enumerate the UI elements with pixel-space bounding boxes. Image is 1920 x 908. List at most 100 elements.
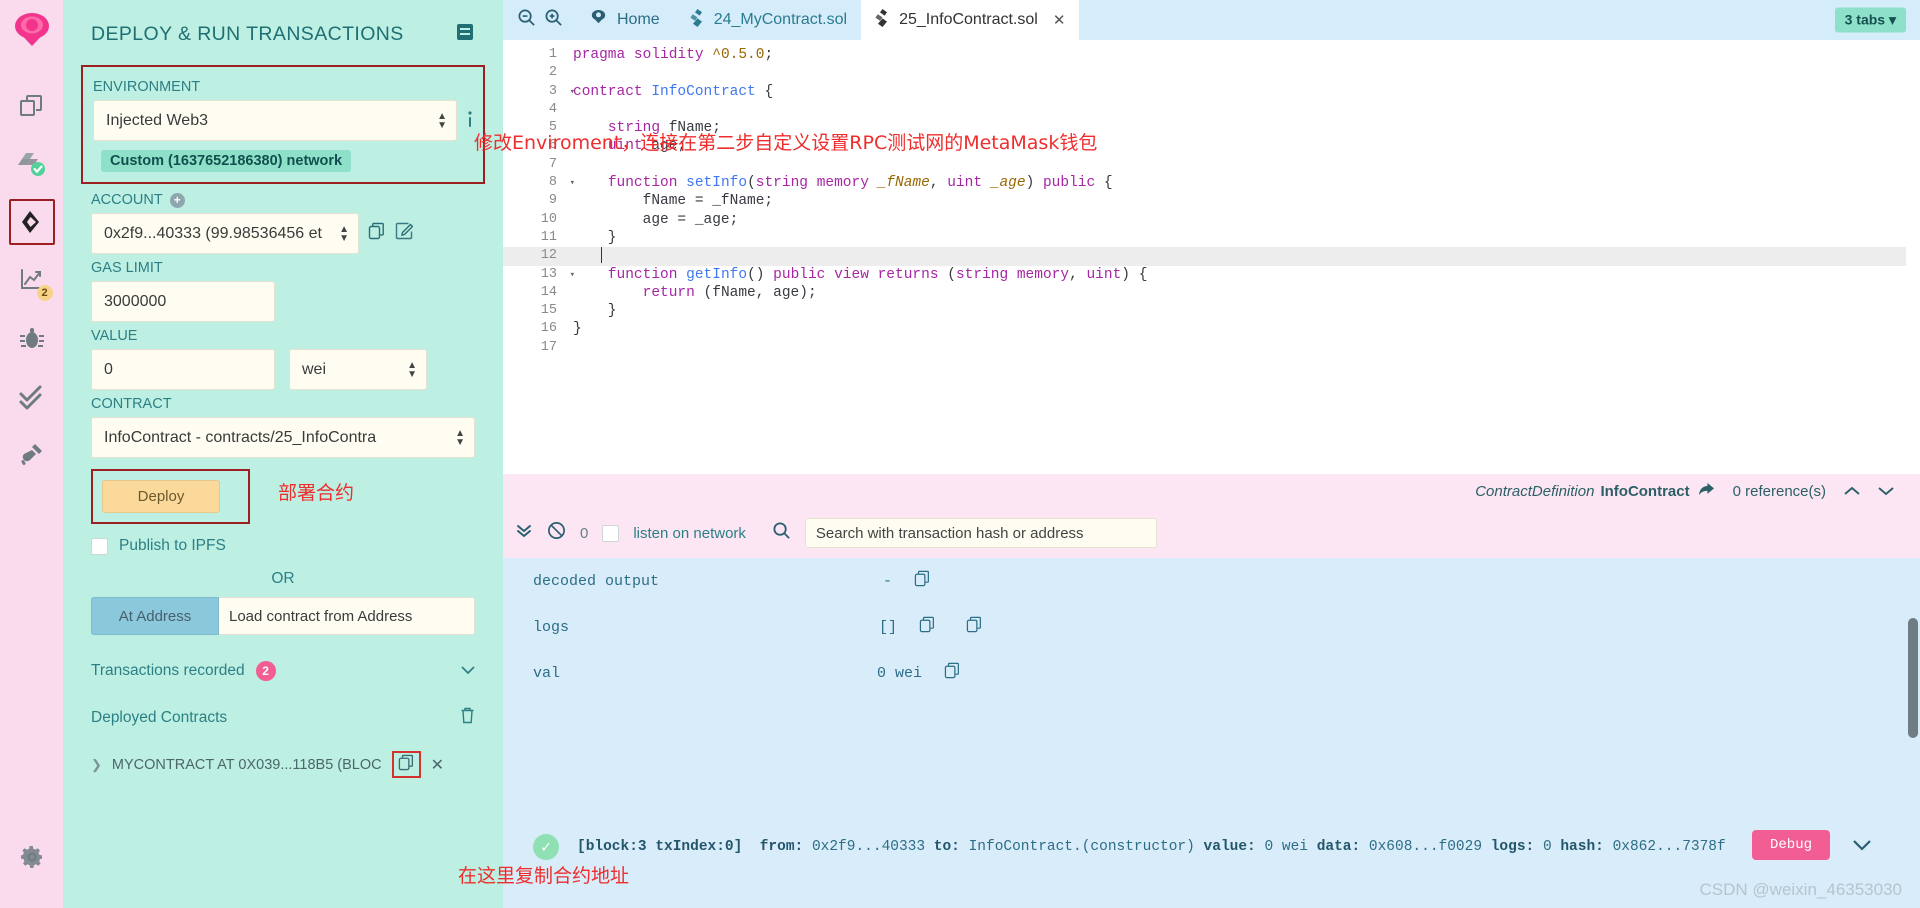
- code-token: age = _age;: [573, 211, 739, 228]
- publish-ipfs-row[interactable]: Publish to IPFS: [91, 537, 475, 555]
- double-chevron-down-icon[interactable]: [515, 522, 533, 545]
- edit-sign-icon[interactable]: [395, 222, 414, 245]
- code-token: _fName: [877, 175, 930, 192]
- code-token: uint: [607, 138, 643, 155]
- jump-to-icon[interactable]: [1698, 482, 1715, 501]
- spinner-arrows-icon[interactable]: ▲ ▼: [437, 111, 447, 130]
- copy-icon[interactable]: [914, 570, 931, 592]
- spinner-arrows-icon[interactable]: ▲ ▼: [407, 360, 417, 379]
- debug-button[interactable]: Debug: [1751, 830, 1830, 860]
- copy-icon[interactable]: [919, 616, 936, 638]
- deploy-annotation: 部署合约: [278, 481, 355, 504]
- value-unit-select[interactable]: wei ▲ ▼: [289, 349, 427, 390]
- trash-icon[interactable]: [460, 707, 475, 729]
- value-unit: wei: [302, 361, 327, 378]
- environment-value: Injected Web3: [106, 112, 208, 129]
- code-token: solidity: [633, 47, 704, 63]
- analysis-badge: 2: [36, 285, 53, 301]
- account-select[interactable]: 0x2f9...40333 (99.98536456 et ▲ ▼: [91, 213, 359, 254]
- listen-on-network-checkbox[interactable]: [602, 524, 620, 542]
- tabs-count-label: 3 tabs: [1844, 11, 1886, 28]
- network-badge: Custom (1637652186380) network: [101, 150, 352, 172]
- line-number: 6: [548, 138, 557, 154]
- info-icon[interactable]: [467, 110, 473, 135]
- deployed-contracts-accordion[interactable]: Deployed Contracts: [91, 707, 475, 729]
- close-icon[interactable]: ✕: [431, 755, 444, 775]
- account-label-text: ACCOUNT: [91, 192, 163, 208]
- plugin-manager-icon[interactable]: [9, 431, 55, 477]
- chevron-up-icon[interactable]: [1844, 483, 1860, 500]
- gas-limit-input[interactable]: 3000000: [91, 281, 275, 322]
- terminal-row-decoded-output: decoded output -: [503, 558, 1920, 604]
- tab-25-infocontract[interactable]: 25_InfoContract.sol ✕: [861, 0, 1080, 40]
- solidity-compiler-icon[interactable]: [9, 141, 55, 187]
- references-count: 0 reference(s): [1732, 482, 1826, 500]
- search-icon[interactable]: [772, 521, 791, 545]
- search-input[interactable]: Search with transaction hash or address: [804, 518, 1157, 548]
- copy-icon[interactable]: [944, 662, 961, 684]
- deploy-button[interactable]: Deploy: [102, 480, 220, 513]
- line-number: 5: [548, 120, 557, 136]
- editor-scrollbar[interactable]: [1906, 40, 1920, 474]
- chevron-down-icon[interactable]: [1852, 838, 1872, 856]
- analysis-icon[interactable]: 2: [9, 257, 55, 303]
- environment-select[interactable]: Injected Web3 ▲ ▼: [93, 100, 457, 141]
- zoom-in-icon[interactable]: [544, 8, 563, 32]
- transactions-recorded-count: 2: [255, 661, 276, 681]
- tx-from-label: from:: [759, 839, 804, 855]
- at-address-button[interactable]: At Address: [91, 597, 219, 635]
- spinner-arrows-icon[interactable]: ▲ ▼: [455, 428, 465, 447]
- deploy-run-transactions-icon[interactable]: [8, 199, 55, 245]
- publish-ipfs-checkbox[interactable]: [91, 537, 108, 555]
- copy-icon[interactable]: [966, 616, 983, 638]
- terminal-scrollbar[interactable]: [1908, 618, 1918, 738]
- deployed-contract-item[interactable]: ❯ MYCONTRACT AT 0X039...118B5 (BLOC ✕: [91, 751, 475, 778]
- code-token: }: [573, 303, 617, 320]
- code-line: pragma solidity ^0.5.0;: [565, 46, 1920, 64]
- line-number: 14: [540, 284, 557, 300]
- chevron-down-icon[interactable]: [1878, 483, 1894, 500]
- terminal-output[interactable]: decoded output - logs [] val 0 wei ✓ [bl…: [503, 558, 1920, 908]
- code-line: contract InfoContract {: [565, 83, 1920, 101]
- copy-icon[interactable]: [368, 222, 386, 245]
- unit-testing-icon[interactable]: [9, 373, 55, 419]
- tx-logs-label: logs:: [1490, 839, 1535, 855]
- line-number: 8 ▾: [503, 174, 575, 192]
- remix-logo-icon[interactable]: [8, 8, 56, 61]
- code-token: ): [1025, 175, 1043, 192]
- code-token: memory: [1016, 266, 1070, 283]
- line-number: 3 ▾: [503, 83, 575, 101]
- zoom-out-icon[interactable]: [517, 8, 536, 32]
- editor-code[interactable]: pragma solidity ^0.5.0; contract InfoCon…: [565, 40, 1920, 474]
- plus-circle-icon[interactable]: +: [169, 192, 185, 208]
- watermark: CSDN @weixin_46353030: [1699, 880, 1902, 899]
- copy-address-highlight-box: [391, 751, 421, 778]
- tx-value: 0 wei: [1264, 839, 1308, 855]
- panel-notes-icon[interactable]: [455, 22, 475, 47]
- code-line: function setInfo(string memory _fName, u…: [565, 174, 1920, 192]
- at-address-input[interactable]: Load contract from Address: [219, 597, 475, 635]
- chevron-right-icon[interactable]: ❯: [91, 757, 102, 773]
- chevron-down-icon[interactable]: [461, 662, 475, 680]
- contract-select[interactable]: InfoContract - contracts/25_InfoContra ▲…: [91, 417, 475, 458]
- copy-icon[interactable]: [398, 754, 415, 775]
- tab-home[interactable]: Home: [573, 0, 676, 40]
- file-explorer-icon[interactable]: [9, 83, 55, 129]
- code-editor[interactable]: 1 2 3 ▾ 4 5 6 7 8 ▾ 9 10 11 12 13 ▾ 14 15 16 17 pragma soli…: [503, 40, 1920, 474]
- close-icon[interactable]: ✕: [1053, 11, 1066, 29]
- spinner-arrows-icon[interactable]: ▲ ▼: [339, 224, 349, 243]
- value-input[interactable]: 0: [91, 349, 275, 390]
- settings-gear-icon[interactable]: [9, 834, 55, 880]
- check-circle-icon: ✓: [533, 834, 559, 860]
- code-token: uint: [1086, 266, 1122, 283]
- tab-24-mycontract[interactable]: 24_MyContract.sol: [676, 0, 861, 40]
- debugger-icon[interactable]: [9, 315, 55, 361]
- editor-tabbar: Home 24_MyContract.sol 25_InfoContract.s…: [503, 0, 1920, 40]
- tabs-count-dropdown[interactable]: 3 tabs ▾: [1834, 7, 1906, 33]
- transactions-recorded-accordion[interactable]: Transactions recorded 2: [91, 661, 475, 681]
- ban-clear-icon[interactable]: [547, 521, 566, 545]
- transaction-log-row[interactable]: ✓ [block:3 txIndex:0] from: 0x2f9...4033…: [503, 834, 1920, 860]
